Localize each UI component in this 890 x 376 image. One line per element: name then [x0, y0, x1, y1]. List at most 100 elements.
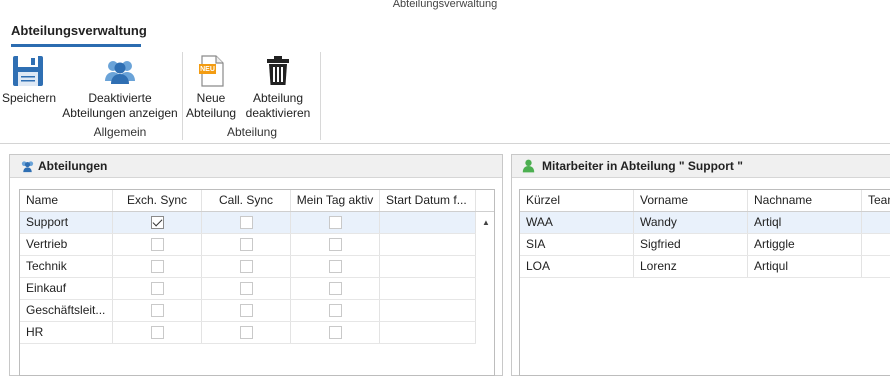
call-sync-checkbox[interactable]: [240, 304, 253, 317]
call-sync-checkbox[interactable]: [240, 260, 253, 273]
column-header-nachname[interactable]: Nachname: [748, 190, 862, 211]
mein-tag-aktiv-checkbox[interactable]: [329, 304, 342, 317]
checkbox-cell: [291, 300, 380, 321]
employee-kuerzel: SIA: [520, 234, 634, 255]
employee-vorname: Sigfried: [634, 234, 748, 255]
column-header-name[interactable]: Name: [20, 190, 113, 211]
employee-row[interactable]: WAA Wandy Artiql: [520, 212, 890, 234]
checkbox-cell: [291, 256, 380, 277]
department-row[interactable]: Support: [20, 212, 476, 234]
save-label: Speichern: [1, 91, 57, 105]
employee-row[interactable]: SIA Sigfried Artiggle: [520, 234, 890, 256]
checkbox-cell: [291, 212, 380, 233]
column-header-call-sync[interactable]: Call. Sync: [202, 190, 291, 211]
department-row[interactable]: HR: [20, 322, 476, 344]
column-header-exch-sync[interactable]: Exch. Sync: [113, 190, 202, 211]
start-datum-cell: [380, 300, 476, 321]
employee-team: [862, 234, 890, 255]
employees-panel: Mitarbeiter in Abteilung " Support " Kür…: [511, 154, 890, 376]
call-sync-checkbox[interactable]: [240, 238, 253, 251]
deactivate-department-label: Abteilung deaktivieren: [245, 91, 311, 120]
employees-grid-header: Kürzel Vorname Nachname Tean: [520, 190, 890, 212]
start-datum-cell: [380, 278, 476, 299]
users-group-icon: [21, 161, 34, 173]
employees-panel-title: Mitarbeiter in Abteilung " Support ": [542, 159, 743, 173]
checkbox-cell: [113, 278, 202, 299]
start-datum-cell: [380, 212, 476, 233]
mein-tag-aktiv-checkbox[interactable]: [329, 282, 342, 295]
employee-kuerzel: WAA: [520, 212, 634, 233]
floppy-disk-icon: [13, 56, 43, 86]
column-header-team[interactable]: Tean: [862, 190, 890, 211]
column-header-kuerzel[interactable]: Kürzel: [520, 190, 634, 211]
exch-sync-checkbox[interactable]: [151, 238, 164, 251]
employee-row[interactable]: LOA Lorenz Artiqul: [520, 256, 890, 278]
column-header-vorname[interactable]: Vorname: [634, 190, 748, 211]
checkbox-cell: [113, 212, 202, 233]
exch-sync-checkbox[interactable]: [151, 326, 164, 339]
employee-kuerzel: LOA: [520, 256, 634, 277]
scroll-up-arrow-icon[interactable]: ▲: [482, 218, 490, 227]
start-datum-cell: [380, 256, 476, 277]
department-name: Technik: [20, 256, 113, 277]
start-datum-cell: [380, 234, 476, 255]
department-name: Geschäftsleit...: [20, 300, 113, 321]
column-header-mein-tag-aktiv[interactable]: Mein Tag aktiv: [291, 190, 380, 211]
department-row[interactable]: Einkauf: [20, 278, 476, 300]
departments-grid: Name Exch. Sync Call. Sync Mein Tag akti…: [19, 189, 495, 376]
department-row[interactable]: Vertrieb: [20, 234, 476, 256]
department-row[interactable]: Technik: [20, 256, 476, 278]
show-inactive-label: Deaktivierte Abteilungen anzeigen: [62, 91, 178, 120]
user-icon: [522, 159, 535, 173]
window-title: Abteilungsverwaltung: [392, 0, 498, 10]
ribbon-bottom-border: [0, 143, 890, 144]
departments-grid-header: Name Exch. Sync Call. Sync Mein Tag akti…: [20, 190, 494, 212]
department-name: HR: [20, 322, 113, 343]
trash-icon: [267, 56, 289, 85]
employee-team: [862, 256, 890, 277]
call-sync-checkbox[interactable]: [240, 326, 253, 339]
column-header-start-datum[interactable]: Start Datum f...: [380, 190, 476, 211]
ribbon-group-allgemein: Allgemein: [93, 125, 147, 139]
employee-vorname: Wandy: [634, 212, 748, 233]
ribbon-group-separator: [320, 52, 321, 140]
ribbon-tab-underline: [11, 44, 141, 47]
start-datum-cell: [380, 322, 476, 343]
employee-vorname: Lorenz: [634, 256, 748, 277]
exch-sync-checkbox[interactable]: [151, 282, 164, 295]
checkbox-cell: [113, 300, 202, 321]
new-badge: NEU: [200, 66, 215, 73]
ribbon-group-abteilung: Abteilung: [226, 125, 278, 139]
employee-nachname: Artiqul: [748, 256, 862, 277]
exch-sync-checkbox[interactable]: [151, 304, 164, 317]
call-sync-checkbox[interactable]: [240, 282, 253, 295]
exch-sync-checkbox[interactable]: [151, 260, 164, 273]
checkbox-cell: [202, 278, 291, 299]
users-group-icon: [105, 61, 135, 84]
checkbox-cell: [202, 256, 291, 277]
employee-nachname: Artiql: [748, 212, 862, 233]
checkbox-cell: [202, 322, 291, 343]
checkbox-cell: [113, 256, 202, 277]
call-sync-checkbox[interactable]: [240, 216, 253, 229]
departments-panel: Abteilungen Name Exch. Sync Call. Sync M…: [9, 154, 503, 376]
ribbon-tab-abteilungsverwaltung[interactable]: Abteilungsverwaltung: [11, 23, 147, 38]
checkbox-cell: [202, 212, 291, 233]
checkbox-cell: [113, 234, 202, 255]
employees-panel-header: Mitarbeiter in Abteilung " Support ": [512, 155, 890, 178]
department-name: Support: [20, 212, 113, 233]
mein-tag-aktiv-checkbox[interactable]: [329, 326, 342, 339]
checkbox-cell: [291, 278, 380, 299]
departments-panel-header: Abteilungen: [10, 155, 502, 178]
checkbox-cell: [202, 234, 291, 255]
employee-nachname: Artiggle: [748, 234, 862, 255]
mein-tag-aktiv-checkbox[interactable]: [329, 216, 342, 229]
mein-tag-aktiv-checkbox[interactable]: [329, 260, 342, 273]
new-department-label: Neue Abteilung: [186, 91, 237, 120]
checkbox-cell: [202, 300, 291, 321]
checkbox-cell: [113, 322, 202, 343]
exch-sync-checkbox[interactable]: [151, 216, 164, 229]
department-row[interactable]: Geschäftsleit...: [20, 300, 476, 322]
department-name: Vertrieb: [20, 234, 113, 255]
mein-tag-aktiv-checkbox[interactable]: [329, 238, 342, 251]
